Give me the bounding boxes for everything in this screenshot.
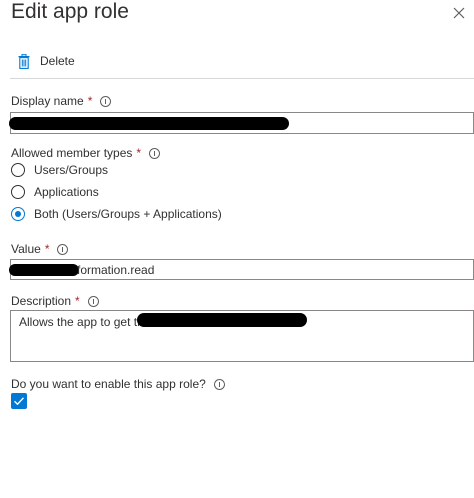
radio-circle[interactable] [11, 163, 25, 177]
member-types-label-text: Allowed member types [11, 146, 133, 160]
redacted-value [9, 117, 289, 130]
radio-label: Users/Groups [34, 163, 109, 177]
checkmark-icon [14, 397, 25, 406]
info-icon[interactable] [149, 147, 161, 159]
value-text: formation.read [77, 263, 155, 277]
radio-label: Both (Users/Groups + Applications) [34, 207, 222, 221]
edit-app-role-panel: Edit app role Delete Display name * Allo… [0, 0, 474, 498]
value-label-text: Value [11, 242, 41, 256]
radio-both[interactable]: Both (Users/Groups + Applications) [11, 207, 222, 221]
trash-icon [18, 53, 30, 69]
radio-label: Applications [34, 185, 99, 199]
info-icon[interactable] [57, 243, 69, 255]
radio-users-groups[interactable]: Users/Groups [11, 163, 108, 177]
member-types-label: Allowed member types * [11, 146, 161, 160]
enable-label-text: Do you want to enable this app role? [11, 377, 206, 391]
delete-label: Delete [40, 54, 75, 68]
description-label-text: Description [11, 294, 72, 308]
radio-applications[interactable]: Applications [11, 185, 99, 199]
description-label: Description * [11, 294, 99, 308]
display-name-label-text: Display name [11, 94, 84, 108]
info-icon[interactable] [100, 95, 112, 107]
radio-circle-selected[interactable] [11, 207, 25, 221]
description-field[interactable]: Allows the app to get th [10, 310, 474, 362]
value-label: Value * [11, 242, 69, 256]
toolbar-divider [10, 78, 474, 79]
value-field[interactable]: formation.read [9, 259, 474, 280]
display-name-field[interactable] [9, 112, 474, 134]
required-marker: * [75, 294, 80, 308]
required-marker: * [44, 242, 50, 256]
radio-circle[interactable] [11, 185, 25, 199]
enable-checkbox[interactable] [11, 393, 27, 409]
description-text: Allows the app to get th [19, 315, 144, 329]
redacted-value [9, 264, 79, 276]
delete-button[interactable]: Delete [18, 51, 75, 71]
info-icon[interactable] [87, 295, 99, 307]
enable-label: Do you want to enable this app role? [11, 377, 225, 391]
display-name-label: Display name * [11, 94, 112, 108]
required-marker: * [87, 94, 93, 108]
panel-title: Edit app role [11, 0, 129, 23]
close-icon[interactable] [452, 6, 466, 20]
info-icon[interactable] [213, 378, 225, 390]
required-marker: * [136, 146, 142, 160]
redacted-value [137, 313, 307, 327]
